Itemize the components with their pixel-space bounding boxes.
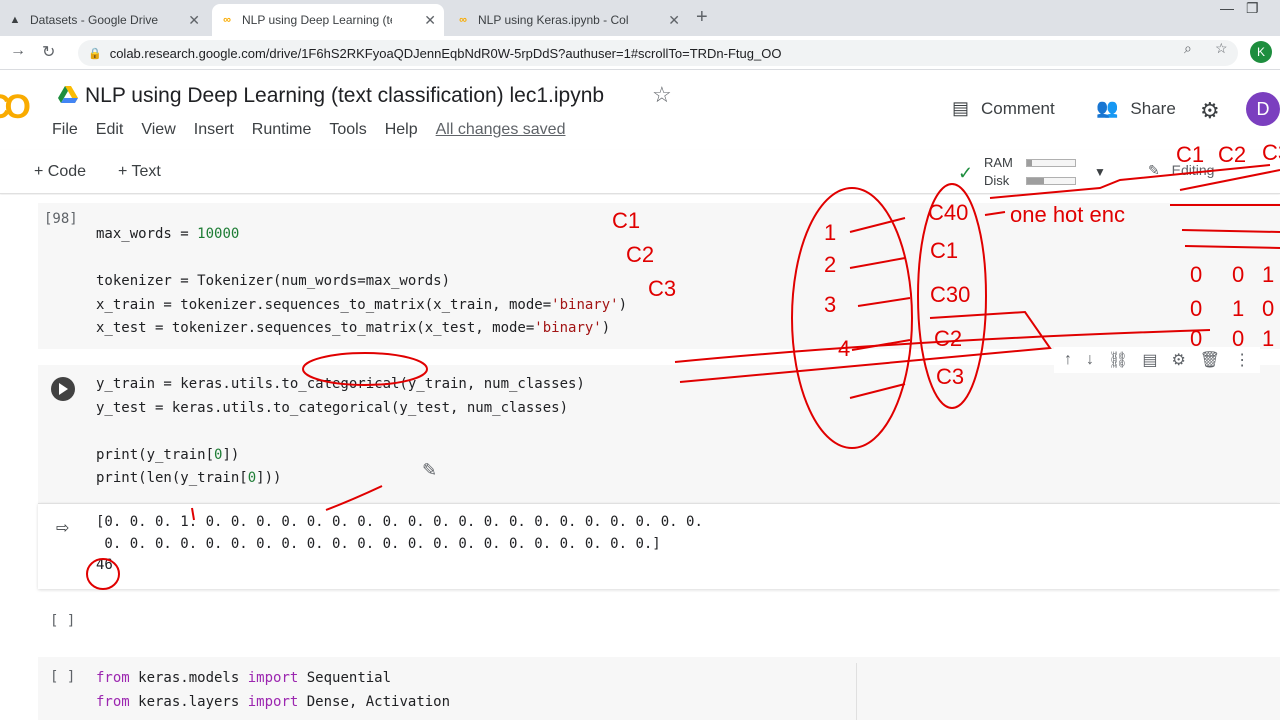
lock-icon: 🔒 xyxy=(88,47,102,60)
close-icon[interactable]: ✕ xyxy=(424,12,436,29)
reload-icon[interactable]: ↻ xyxy=(42,42,55,62)
menu-insert[interactable]: Insert xyxy=(194,121,234,139)
cell-toolbar: ↑ ↓ ⛓ ▤ ⚙ 🗑 ⋮ xyxy=(1054,347,1261,373)
star-icon[interactable]: ☆ xyxy=(652,82,672,108)
execution-count: [ ] xyxy=(50,669,76,685)
url-text: colab.research.google.com/drive/1F6hS2RK… xyxy=(109,45,782,61)
menu-help[interactable]: Help xyxy=(385,121,418,139)
url-field[interactable]: 🔒 colab.research.google.com/drive/1F6hS2… xyxy=(78,40,1238,66)
comment-label: Comment xyxy=(981,98,1055,118)
colab-logo: CO xyxy=(0,88,31,126)
settings-gear-icon[interactable]: ⚙ xyxy=(1200,98,1220,124)
comment-icon: ▤ xyxy=(952,98,970,118)
user-avatar[interactable]: D xyxy=(1246,92,1280,126)
close-icon[interactable]: ✕ xyxy=(188,12,200,29)
output-line: 46 xyxy=(96,557,113,573)
pencil-icon: ✎ xyxy=(1148,162,1160,178)
code-editor[interactable]: max_words = 10000 tokenizer = Tokenizer(… xyxy=(96,223,627,341)
code-line: x_test = tokenizer.sequences_to_matrix(x… xyxy=(96,320,611,336)
new-tab-icon[interactable]: + xyxy=(696,6,708,29)
cell-output: ⇨ [0. 0. 0. 1. 0. 0. 0. 0. 0. 0. 0. 0. 0… xyxy=(38,503,1280,589)
tab-title: NLP using Deep Learning (text cl xyxy=(242,13,392,27)
disk-label: Disk xyxy=(984,173,1010,188)
settings-gear-icon[interactable]: ⚙ xyxy=(1171,350,1185,370)
ruler-line xyxy=(856,663,857,720)
output-text: [0. 0. 0. 1. 0. 0. 0. 0. 0. 0. 0. 0. 0. … xyxy=(96,512,703,577)
code-line: x_train = tokenizer.sequences_to_matrix(… xyxy=(96,296,628,313)
menu-file[interactable]: File xyxy=(52,121,78,139)
forward-icon[interactable]: → xyxy=(10,42,26,60)
code-line: print(len(y_train[0])) xyxy=(96,470,282,486)
zoom-icon[interactable]: ⌕ xyxy=(1184,40,1192,57)
colab-icon: ∞ xyxy=(459,14,467,26)
editing-label: Editing xyxy=(1171,162,1215,178)
bookmark-star-icon[interactable]: ☆ xyxy=(1215,40,1228,57)
code-line: y_test = keras.utils.to_categorical(y_te… xyxy=(96,399,569,416)
menu-view[interactable]: View xyxy=(141,121,175,139)
code-cell[interactable]: [98] max_words = 10000 tokenizer = Token… xyxy=(38,203,1280,349)
play-icon xyxy=(59,383,68,395)
close-icon[interactable]: ✕ xyxy=(668,12,680,29)
menu-tools[interactable]: Tools xyxy=(329,121,366,139)
browser-tab-nlp-deep-learning[interactable]: ∞ NLP using Deep Learning (text cl ✕ xyxy=(212,4,444,36)
notebook-header: CO NLP using Deep Learning (text classif… xyxy=(0,70,1280,150)
browser-tab-nlp-keras[interactable]: ∞ NLP using Keras.ipynb - Colabor ✕ xyxy=(448,4,688,36)
browser-tab-drive[interactable]: ▲ Datasets - Google Drive ✕ xyxy=(0,4,208,36)
editing-mode-button[interactable]: ✎ Editing xyxy=(1148,162,1214,179)
menu-runtime[interactable]: Runtime xyxy=(252,121,312,139)
code-line: tokenizer = Tokenizer(num_words=max_word… xyxy=(96,273,451,289)
ram-label: RAM xyxy=(984,155,1013,170)
execution-count: [ ] xyxy=(50,613,76,629)
drive-icon[interactable] xyxy=(58,86,78,104)
share-label: Share xyxy=(1130,98,1176,118)
notebook-content: [98] max_words = 10000 tokenizer = Token… xyxy=(0,195,1280,720)
colab-icon: ∞ xyxy=(223,14,231,26)
dropdown-arrow-icon[interactable]: ▼ xyxy=(1094,165,1106,179)
restore-icon[interactable]: ❐ xyxy=(1246,0,1259,17)
output-line: [0. 0. 0. 1. 0. 0. 0. 0. 0. 0. 0. 0. 0. … xyxy=(96,514,703,530)
clear-output-icon[interactable]: ⇨ xyxy=(56,518,69,538)
code-line: print(y_train[0]) xyxy=(96,446,240,463)
notebook-toolbar: + Code + Text ✓ RAM Disk ▼ ✎ Editing xyxy=(0,150,1280,194)
disk-usage-bar xyxy=(1026,177,1076,185)
ram-usage-bar xyxy=(1026,159,1076,167)
code-line: max_words = 10000 xyxy=(96,226,240,242)
tab-title: Datasets - Google Drive xyxy=(30,13,159,27)
run-cell-button[interactable] xyxy=(51,377,75,401)
move-up-icon[interactable]: ↑ xyxy=(1064,351,1072,369)
execution-count: [98] xyxy=(44,211,78,227)
people-icon: 👥 xyxy=(1096,98,1119,118)
code-line: y_train = keras.utils.to_categorical(y_t… xyxy=(96,376,585,392)
browser-tab-bar: ▲ Datasets - Google Drive ✕ ∞ NLP using … xyxy=(0,0,1280,36)
menu-bar: File Edit View Insert Runtime Tools Help… xyxy=(52,121,583,139)
address-bar: → ↻ 🔒 colab.research.google.com/drive/1F… xyxy=(0,36,1280,70)
menu-edit[interactable]: Edit xyxy=(96,121,124,139)
drive-icon: ▲ xyxy=(9,14,21,26)
comment-button[interactable]: ▤ Comment xyxy=(952,98,1055,119)
browser-profile-avatar[interactable]: K xyxy=(1250,41,1272,63)
add-code-button[interactable]: + Code xyxy=(34,163,86,181)
empty-code-cell[interactable]: [ ] xyxy=(38,603,1280,641)
more-options-icon[interactable]: ⋮ xyxy=(1234,350,1250,370)
minimize-icon[interactable]: — xyxy=(1220,0,1234,16)
save-status[interactable]: All changes saved xyxy=(436,121,566,139)
code-editor[interactable]: y_train = keras.utils.to_categorical(y_t… xyxy=(96,373,585,491)
comment-icon[interactable]: ▤ xyxy=(1142,350,1157,370)
connected-check-icon: ✓ xyxy=(958,163,974,183)
tab-title: NLP using Keras.ipynb - Colabor xyxy=(478,13,628,27)
output-line: 0. 0. 0. 0. 0. 0. 0. 0. 0. 0. 0. 0. 0. 0… xyxy=(96,535,661,552)
delete-icon[interactable]: 🗑 xyxy=(1200,350,1220,370)
code-editor[interactable]: from keras.models import Sequential from… xyxy=(96,667,450,714)
code-line: from keras.models import Sequential xyxy=(96,670,392,686)
code-cell[interactable]: [ ] from keras.models import Sequential … xyxy=(38,657,1280,720)
link-icon[interactable]: ⛓ xyxy=(1108,350,1128,370)
share-button[interactable]: 👥 Share xyxy=(1096,98,1176,119)
add-text-button[interactable]: + Text xyxy=(118,163,161,181)
notebook-title[interactable]: NLP using Deep Learning (text classifica… xyxy=(85,84,604,108)
code-cell-active[interactable]: y_train = keras.utils.to_categorical(y_t… xyxy=(38,365,1280,503)
code-line: from keras.layers import Dense, Activati… xyxy=(96,693,451,710)
move-down-icon[interactable]: ↓ xyxy=(1086,351,1094,369)
